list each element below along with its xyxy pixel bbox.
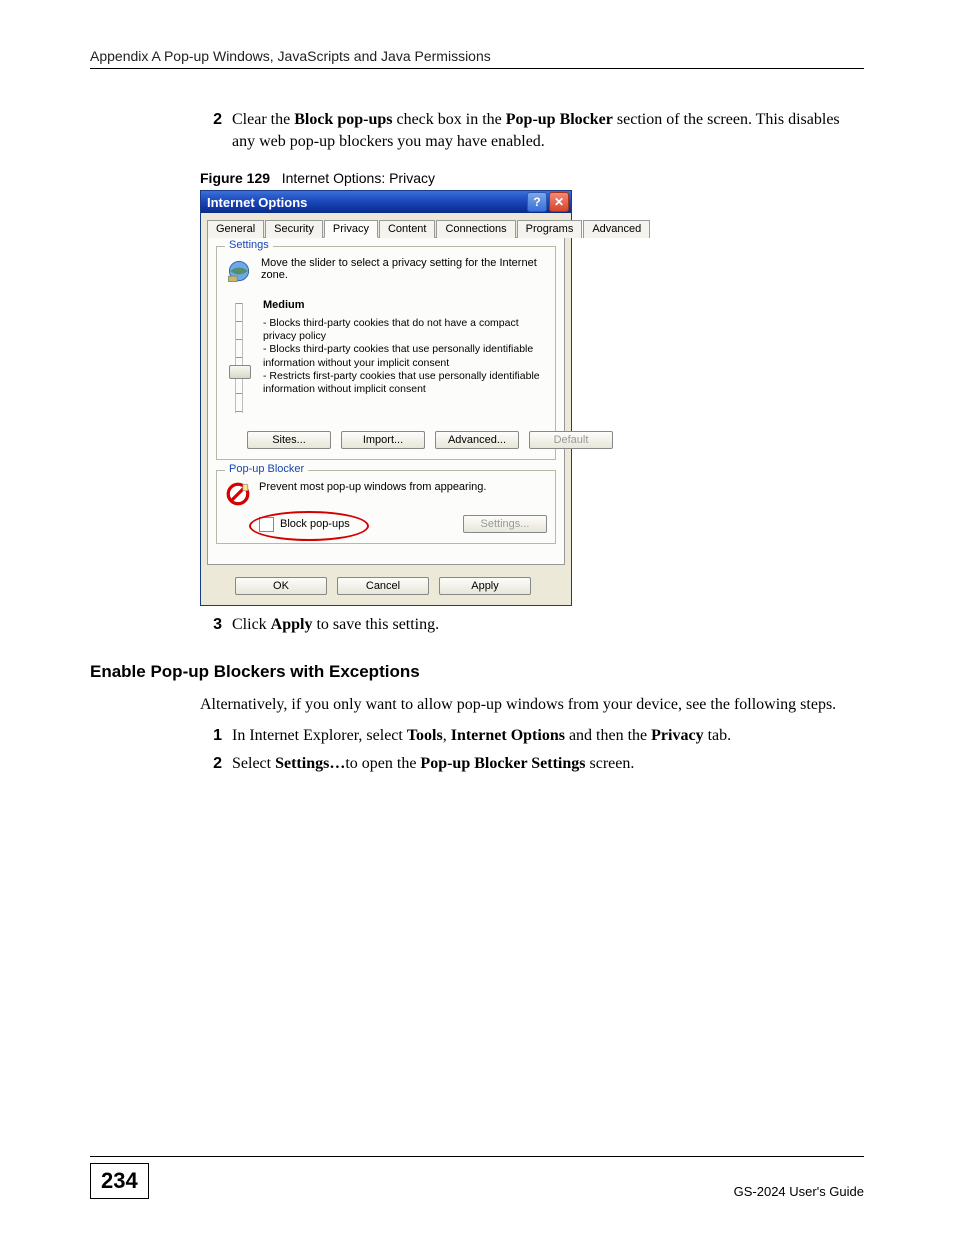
figure-caption: Figure 129 Internet Options: Privacy xyxy=(200,170,864,186)
page-number: 234 xyxy=(90,1163,149,1199)
dialog-titlebar: Internet Options ? ✕ xyxy=(201,191,571,213)
globe-icon xyxy=(225,257,253,285)
header-rule xyxy=(90,68,864,69)
cancel-button[interactable]: Cancel xyxy=(337,577,429,595)
dialog-title: Internet Options xyxy=(207,195,525,210)
page-footer: 234 GS-2024 User's Guide xyxy=(90,1156,864,1199)
step-3: 3 Click Apply to save this setting. xyxy=(200,614,854,636)
block-popups-label: Block pop-ups xyxy=(280,518,350,530)
block-popups-checkbox-wrap: Block pop-ups xyxy=(259,517,350,532)
running-header: Appendix A Pop-up Windows, JavaScripts a… xyxy=(90,48,864,64)
settings-group: Settings Move the slider to select a pri… xyxy=(216,246,556,460)
section-heading: Enable Pop-up Blockers with Exceptions xyxy=(90,662,864,682)
slider-thumb[interactable] xyxy=(229,365,251,379)
popup-description: Prevent most pop-up windows from appeari… xyxy=(259,481,486,493)
footer-guide: GS-2024 User's Guide xyxy=(734,1184,864,1199)
step-number: 3 xyxy=(200,614,222,636)
tab-security[interactable]: Security xyxy=(265,220,323,238)
popup-group-title: Pop-up Blocker xyxy=(225,463,308,475)
step-2: 2 Clear the Block pop-ups check box in t… xyxy=(200,109,854,152)
step-number: 1 xyxy=(200,725,222,747)
block-popups-checkbox[interactable] xyxy=(259,517,274,532)
step-text: In Internet Explorer, select Tools, Inte… xyxy=(232,725,854,747)
import-button[interactable]: Import... xyxy=(341,431,425,449)
step-number: 2 xyxy=(200,109,222,152)
step-2b: 2 Select Settings…to open the Pop-up Blo… xyxy=(200,753,854,775)
ok-button[interactable]: OK xyxy=(235,577,327,595)
tab-general[interactable]: General xyxy=(207,220,264,238)
advanced-button[interactable]: Advanced... xyxy=(435,431,519,449)
step-number: 2 xyxy=(200,753,222,775)
popup-blocker-group: Pop-up Blocker Prevent most pop-up windo… xyxy=(216,470,556,544)
tab-body: Settings Move the slider to select a pri… xyxy=(207,237,565,565)
step-text: Click Apply to save this setting. xyxy=(232,614,854,636)
close-button[interactable]: ✕ xyxy=(549,192,569,212)
tab-strip: General Security Privacy Content Connect… xyxy=(207,219,565,237)
section-intro: Alternatively, if you only want to allow… xyxy=(200,694,854,716)
default-button[interactable]: Default xyxy=(529,431,613,449)
tab-programs[interactable]: Programs xyxy=(517,220,583,238)
tab-connections[interactable]: Connections xyxy=(436,220,515,238)
apply-button[interactable]: Apply xyxy=(439,577,531,595)
privacy-description: - Blocks third-party cookies that do not… xyxy=(263,317,547,396)
step-text: Clear the Block pop-ups check box in the… xyxy=(232,109,854,152)
step-text: Select Settings…to open the Pop-up Block… xyxy=(232,753,854,775)
privacy-level: Medium xyxy=(263,299,547,311)
dialog-button-row: OK Cancel Apply xyxy=(201,571,565,605)
popup-settings-button[interactable]: Settings... xyxy=(463,515,547,533)
step-1b: 1 In Internet Explorer, select Tools, In… xyxy=(200,725,854,747)
tab-privacy[interactable]: Privacy xyxy=(324,220,378,238)
settings-group-title: Settings xyxy=(225,239,273,251)
stop-icon xyxy=(225,481,251,507)
help-button[interactable]: ? xyxy=(527,192,547,212)
tab-advanced[interactable]: Advanced xyxy=(583,220,650,238)
sites-button[interactable]: Sites... xyxy=(247,431,331,449)
tab-content[interactable]: Content xyxy=(379,220,436,238)
privacy-slider[interactable] xyxy=(225,299,253,413)
internet-options-dialog: Internet Options ? ✕ General Security Pr… xyxy=(200,190,572,606)
settings-intro: Move the slider to select a privacy sett… xyxy=(261,257,547,281)
